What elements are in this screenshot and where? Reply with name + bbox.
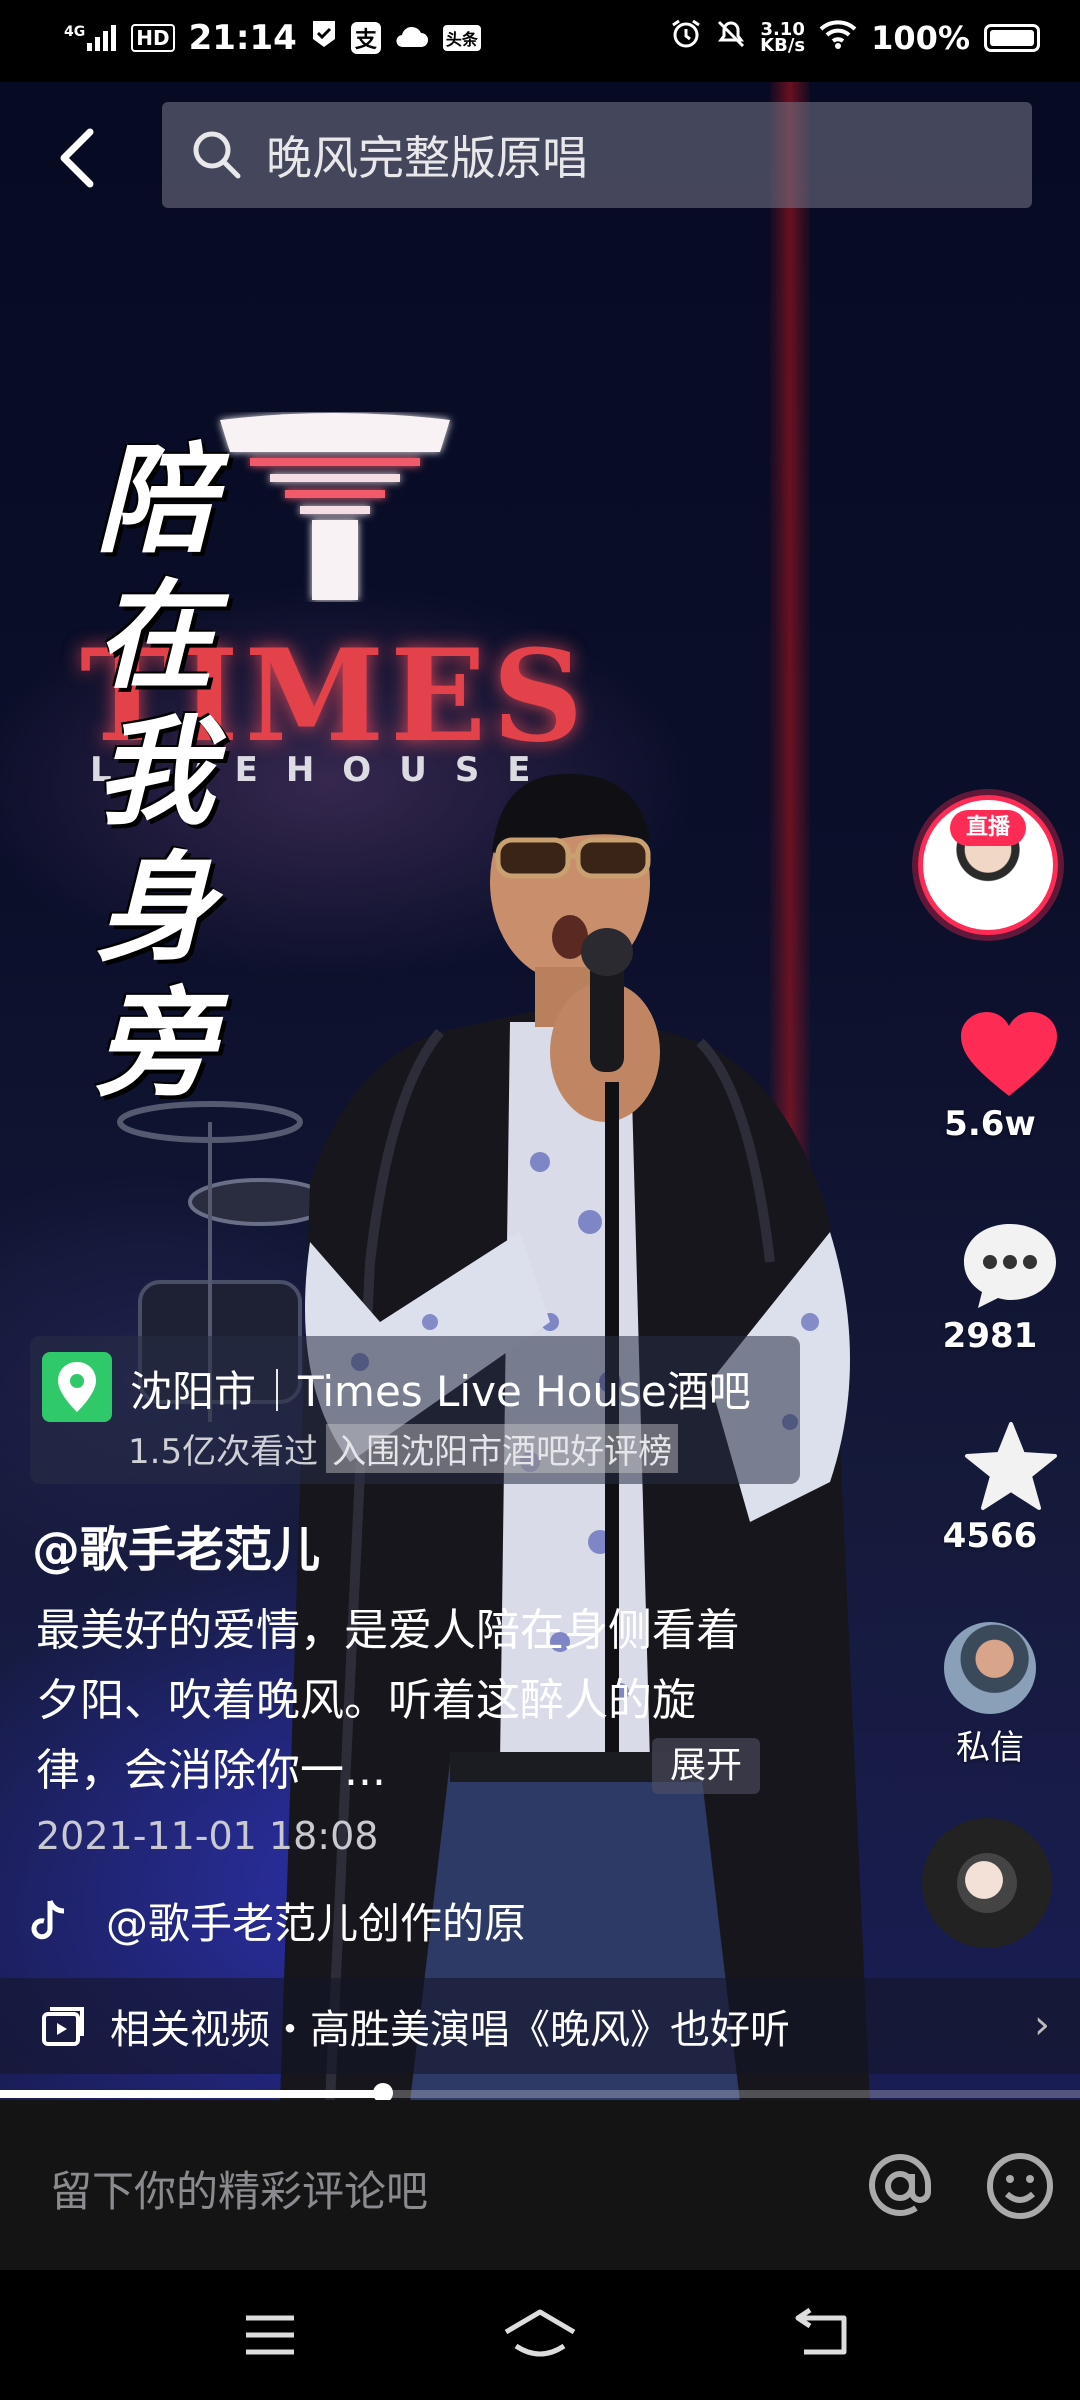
music-disc-cover [957, 1853, 1017, 1913]
related-videos-bar[interactable]: 相关视频・高胜美演唱《晚风》也好听 › [0, 1978, 1080, 2074]
emoji-icon [987, 2153, 1053, 2219]
toutiao-icon: 头条 [442, 25, 481, 51]
chevron-right-icon: › [1034, 2002, 1050, 2048]
back-button[interactable] [50, 118, 110, 198]
chevron-left-icon [60, 128, 94, 188]
calligraphy-lyric: 陪在我身旁 [95, 430, 214, 1113]
menu-nav-button[interactable] [240, 2310, 300, 2364]
cloud-icon [395, 18, 429, 58]
star-icon [965, 1422, 1057, 1510]
location-views: 1.5亿次看过 [128, 1432, 319, 1472]
favorite-button[interactable]: 4566 [900, 1420, 1080, 1556]
mention-button[interactable] [860, 2146, 940, 2226]
hd-icon: HD [131, 24, 175, 52]
status-left: 4G HD 21:14 支 头条 [64, 18, 481, 58]
tiktok-note-icon [31, 1899, 65, 1939]
music-link[interactable]: @歌手老范儿创作的原 [30, 1890, 526, 1951]
alarm-icon [670, 18, 702, 58]
expand-button[interactable]: 展开 [652, 1738, 760, 1794]
heart-icon [961, 1012, 1057, 1096]
video-stack-icon [42, 2007, 84, 2046]
search-query: 晚风完整版原唱 [266, 131, 588, 185]
home-icon [504, 2309, 576, 2357]
comment-icon [964, 1224, 1056, 1308]
times-t-logo [220, 413, 450, 600]
dm-button[interactable]: 私信 [900, 1622, 1080, 1769]
music-title: @歌手老范儿创作的原 [106, 1899, 527, 1948]
back-nav-button[interactable] [790, 2307, 854, 2364]
home-nav-button[interactable] [500, 2306, 580, 2366]
battery-icon [984, 24, 1040, 52]
post-date: 2021-11-01 18:08 [36, 1814, 379, 1858]
dm-avatar [944, 1622, 1036, 1714]
location-pin-icon [42, 1352, 112, 1422]
search-icon [193, 131, 241, 179]
location-name: 沈阳市｜Times Live House酒吧 [130, 1367, 751, 1416]
location-rank-badge: 入围沈阳市酒吧好评榜 [326, 1424, 679, 1473]
comment-count: 2981 [942, 1316, 1038, 1356]
status-right: 3.10 KB/s 100% [670, 18, 1040, 58]
network-speed: 3.10 KB/s [760, 21, 806, 56]
status-bar: 4G HD 21:14 支 头条 3.10 KB/s 100% [0, 0, 1080, 82]
author-name[interactable]: @歌手老范儿 [32, 1510, 320, 1580]
mute-icon [716, 19, 746, 57]
related-videos-text: 相关视频・高胜美演唱《晚风》也好听 [110, 2007, 790, 2053]
back-arrow-icon [795, 2307, 847, 2355]
wifi-icon [819, 19, 857, 57]
emoji-button[interactable] [980, 2146, 1060, 2226]
favorite-count: 4566 [942, 1516, 1038, 1556]
like-count: 5.6w [944, 1104, 1036, 1144]
alipay-icon: 支 [350, 22, 381, 54]
like-button[interactable]: 5.6w [900, 1010, 1080, 1144]
menu-icon [246, 2315, 294, 2355]
progress-fill [0, 2090, 384, 2098]
comment-button[interactable]: 2981 [900, 1220, 1080, 1356]
dm-label: 私信 [956, 1728, 1024, 1768]
speed-unit: KB/s [760, 35, 806, 56]
location-meta: 1.5亿次看过 入围沈阳市酒吧好评榜 [128, 1424, 679, 1473]
system-nav-bar [0, 2270, 1080, 2400]
music-disc[interactable] [922, 1818, 1052, 1948]
network-type: 4G [64, 24, 86, 40]
signal-icon: 4G [64, 25, 117, 51]
live-badge: 直播 [950, 810, 1026, 846]
battery-percent: 100% [871, 19, 970, 57]
clock: 21:14 [188, 18, 297, 58]
comment-input[interactable]: 留下你的精彩评论吧 [50, 2158, 428, 2219]
check-shield-icon [311, 18, 337, 58]
search-bar[interactable]: 晚风完整版原唱 [162, 102, 1032, 208]
at-icon [869, 2154, 932, 2217]
location-card[interactable]: 沈阳市｜Times Live House酒吧 1.5亿次看过 入围沈阳市酒吧好评榜 [30, 1336, 800, 1484]
comment-bar: 留下你的精彩评论吧 [0, 2100, 1080, 2270]
